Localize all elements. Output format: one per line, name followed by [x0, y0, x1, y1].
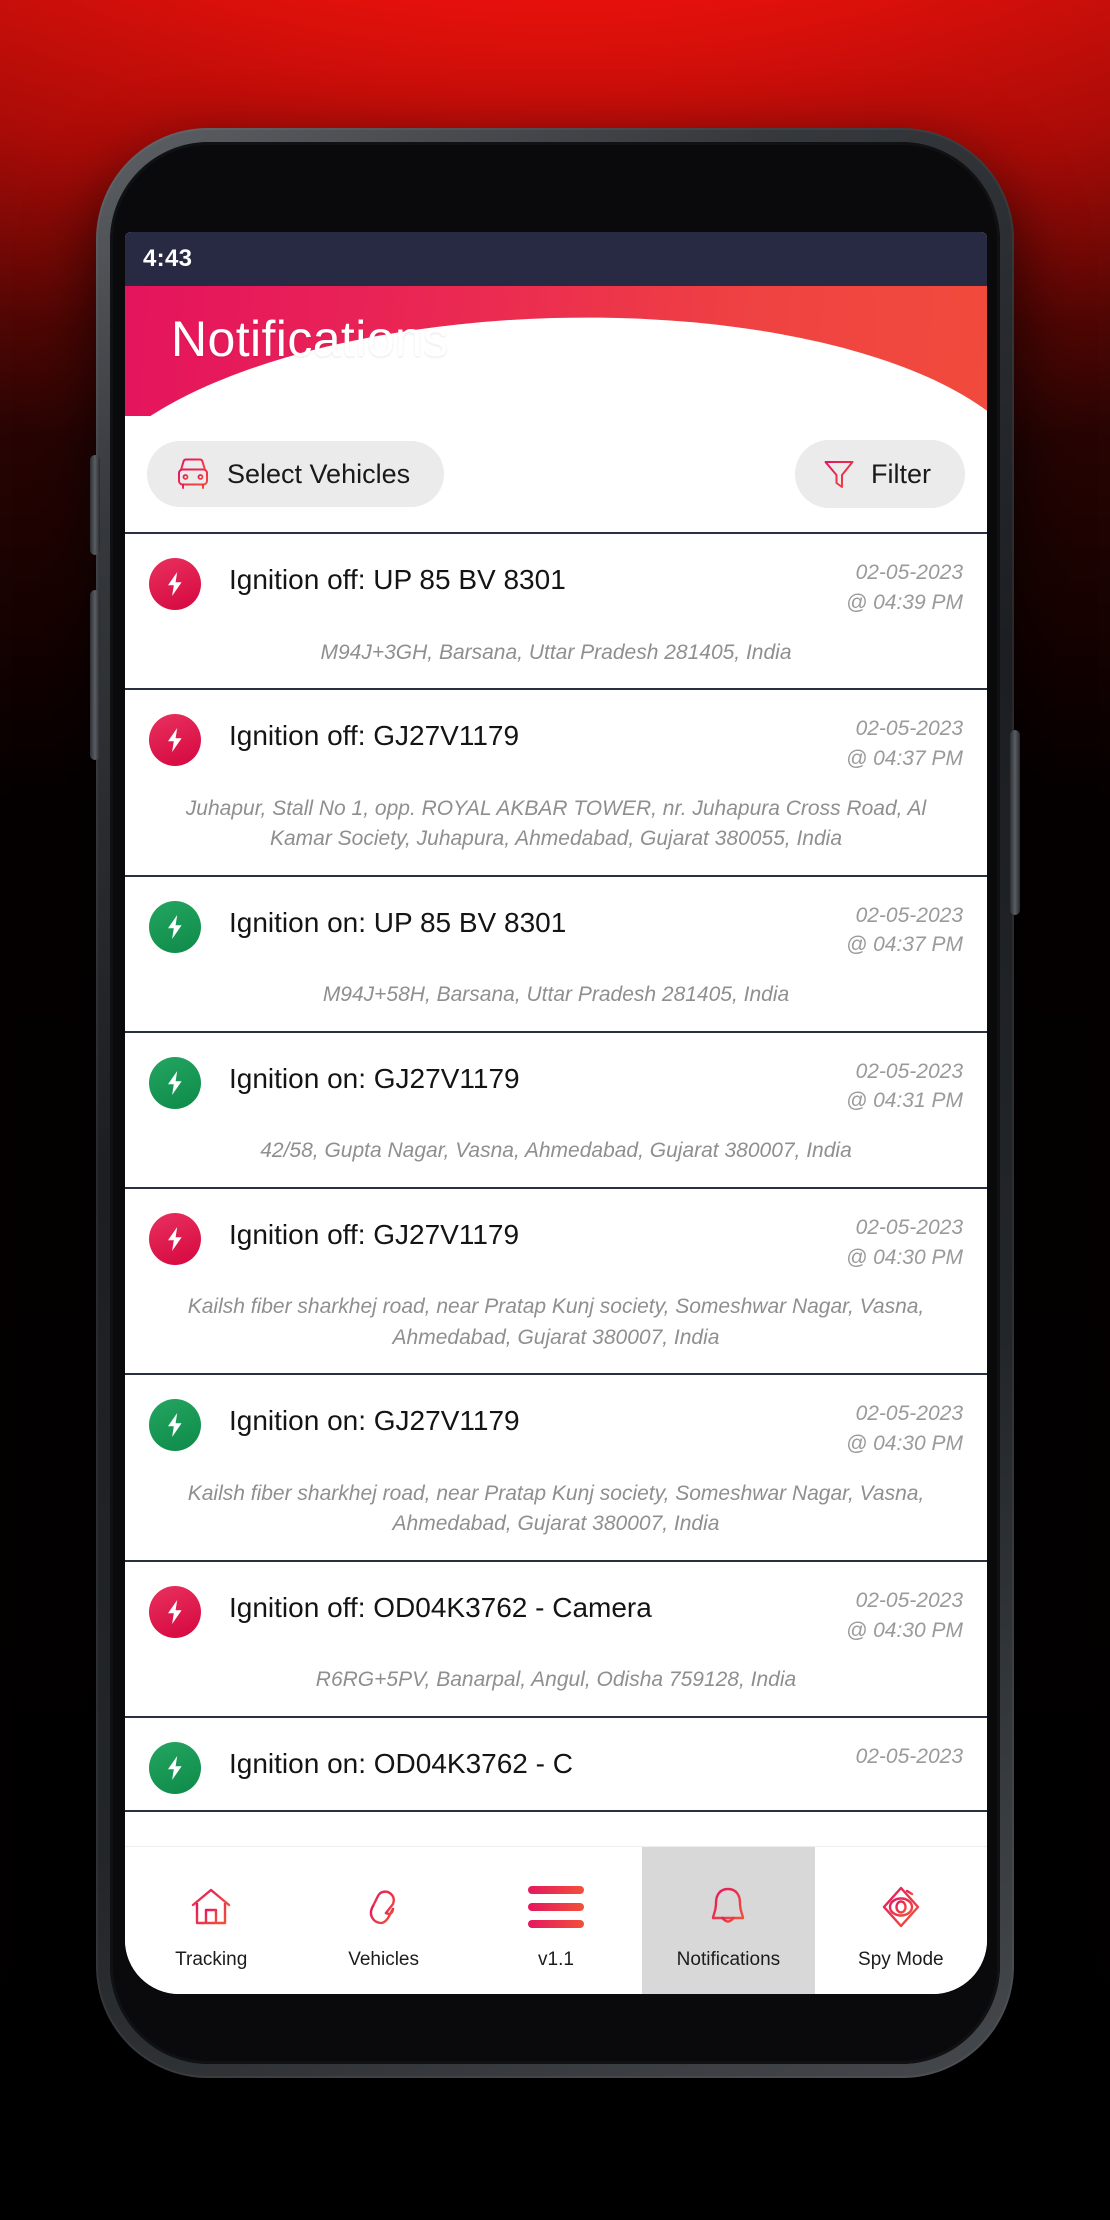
notification-list[interactable]: Ignition off: UP 85 BV 8301 02-05-2023 @ 0… — [125, 534, 987, 1812]
lightning-bolt-icon — [149, 714, 201, 767]
notification-address: Kailsh fiber sharkhej road, near Pratap … — [187, 1481, 925, 1536]
notification-date: 02-05-2023 — [855, 561, 963, 584]
notification-title: Ignition on: UP 85 BV 8301 — [229, 906, 567, 938]
notification-row[interactable]: Ignition on: GJ27V1179 02-05-2023 @ 04:31 … — [125, 1032, 987, 1189]
notification-row[interactable]: Ignition off: OD04K3762 - Camera 02-05-20… — [125, 1561, 987, 1718]
notification-title: Ignition on: OD04K3762 - C — [229, 1747, 573, 1779]
lightning-bolt-icon — [149, 1056, 201, 1109]
notification-date: 02-05-2023 — [855, 1215, 963, 1239]
notification-timestamp: 02-05-2023 @ 04:30 PM — [846, 1584, 963, 1646]
notification-date: 02-05-2023 — [855, 717, 963, 741]
lightning-bolt-icon — [149, 1741, 201, 1794]
notification-title: Ignition on: GJ27V1179 — [229, 1062, 520, 1094]
home-icon — [186, 1881, 236, 1933]
filter-label: Filter — [871, 458, 931, 489]
notification-time: @ 04:30 PM — [845, 1245, 963, 1269]
nav-item-v1-1[interactable]: v1.1 — [470, 1847, 642, 1994]
notification-address: 42/58, Gupta Nagar, Vasna, Ahmedabad, Gu… — [260, 1139, 852, 1163]
eye-diamond-icon — [876, 1881, 926, 1933]
status-bar-clock: 4:43 — [143, 245, 193, 272]
notification-title: Ignition off: UP 85 BV 8301 — [229, 564, 566, 595]
notification-date: 02-05-2023 — [855, 1059, 963, 1083]
nav-item-vehicles[interactable]: Vehicles — [297, 1847, 469, 1994]
car-front-icon — [173, 457, 213, 491]
notification-timestamp: 02-05-2023 @ 04:31 PM — [846, 1055, 963, 1117]
page-title: Notifications — [171, 311, 449, 367]
notification-date: 02-05-2023 — [855, 1402, 963, 1426]
notification-title: Ignition off: GJ27V1179 — [229, 720, 520, 752]
notification-row[interactable]: Ignition off: GJ27V1179 02-05-2023 @ 04:37… — [125, 690, 987, 877]
nav-item-notifications[interactable]: Notifications — [642, 1847, 815, 1994]
nav-item-label: Spy Mode — [858, 1948, 944, 1970]
volume-down-button[interactable] — [90, 590, 100, 760]
menu-bars-icon — [528, 1881, 585, 1933]
select-vehicles-button[interactable]: Select Vehicles — [147, 441, 445, 507]
notification-date: 02-05-2023 — [855, 903, 963, 927]
lightning-bolt-icon — [149, 1212, 201, 1265]
phone-screen: 4:43 Notifications Select Vehicles Filte… — [125, 232, 987, 1994]
nav-item-label: Tracking — [175, 1948, 248, 1970]
notification-timestamp: 02-05-2023 — [856, 1740, 963, 1772]
notification-row[interactable]: Ignition on: OD04K3762 - C 02-05-2023 — [125, 1717, 987, 1812]
nav-item-label: Notifications — [676, 1948, 781, 1970]
notification-row[interactable]: Ignition on: UP 85 BV 8301 02-05-2023 @ 04… — [125, 876, 987, 1033]
nav-item-label: Vehicles — [348, 1948, 419, 1970]
funnel-icon — [821, 456, 857, 492]
notification-title: Ignition off: GJ27V1179 — [229, 1218, 520, 1250]
notification-title: Ignition on: GJ27V1179 — [229, 1405, 520, 1437]
lightning-bolt-icon — [149, 900, 201, 953]
studio-backdrop: 4:43 Notifications Select Vehicles Filte… — [0, 0, 1110, 2220]
lightning-bolt-icon — [149, 558, 201, 610]
notification-timestamp: 02-05-2023 @ 04:37 PM — [846, 899, 963, 961]
menu-bars-icon — [528, 1885, 585, 1928]
notification-time: @ 04:30 PM — [845, 1618, 963, 1642]
notification-time: @ 04:37 PM — [845, 933, 963, 957]
notification-time: @ 04:37 PM — [845, 746, 963, 770]
volume-up-button[interactable] — [90, 455, 100, 555]
notification-time: @ 04:31 PM — [845, 1089, 963, 1113]
notification-row[interactable]: Ignition on: GJ27V1179 02-05-2023 @ 04:30 … — [125, 1375, 987, 1562]
nav-item-spy-mode[interactable]: Spy Mode — [815, 1847, 987, 1994]
lightning-bolt-icon — [149, 1585, 201, 1638]
notification-address: Juhapur, Stall No 1, opp. ROYAL AKBAR TO… — [185, 796, 927, 851]
select-vehicles-label: Select Vehicles — [227, 458, 411, 489]
notification-address: M94J+58H, Barsana, Uttar Pradesh 281405,… — [322, 983, 790, 1007]
app-header: Notifications — [125, 286, 987, 416]
notification-address: M94J+3GH, Barsana, Uttar Pradesh 281405,… — [320, 640, 792, 664]
notification-time: @ 04:39 PM — [845, 590, 963, 614]
chain-link-icon — [359, 1881, 409, 1933]
toolbar: Select Vehicles Filter — [125, 416, 987, 534]
notification-address: R6RG+5PV, Banarpal, Angul, Odisha 759128… — [315, 1668, 797, 1692]
bell-icon — [703, 1881, 753, 1933]
notification-title: Ignition off: OD04K3762 - Camera — [229, 1591, 652, 1623]
bottom-navigation: Tracking Vehicles v1.1 Notifications Spy Mod… — [125, 1846, 987, 1994]
status-bar: 4:43 — [125, 232, 987, 286]
notification-timestamp: 02-05-2023 @ 04:30 PM — [846, 1397, 963, 1459]
notification-address: Kailsh fiber sharkhej road, near Pratap … — [187, 1295, 925, 1349]
filter-button[interactable]: Filter — [795, 440, 965, 508]
notification-timestamp: 02-05-2023 @ 04:39 PM — [846, 556, 963, 618]
notification-row[interactable]: Ignition off: UP 85 BV 8301 02-05-2023 @ 0… — [125, 534, 987, 691]
notification-row[interactable]: Ignition off: GJ27V1179 02-05-2023 @ 04:30… — [125, 1188, 987, 1376]
nav-item-tracking[interactable]: Tracking — [125, 1847, 297, 1994]
notification-date: 02-05-2023 — [855, 1744, 963, 1768]
power-button[interactable] — [1010, 730, 1020, 915]
notification-timestamp: 02-05-2023 @ 04:30 PM — [846, 1211, 963, 1273]
notification-timestamp: 02-05-2023 @ 04:37 PM — [846, 712, 963, 774]
notification-date: 02-05-2023 — [855, 1588, 963, 1612]
nav-item-label: v1.1 — [538, 1948, 574, 1970]
notification-time: @ 04:30 PM — [845, 1432, 963, 1455]
lightning-bolt-icon — [149, 1399, 201, 1452]
